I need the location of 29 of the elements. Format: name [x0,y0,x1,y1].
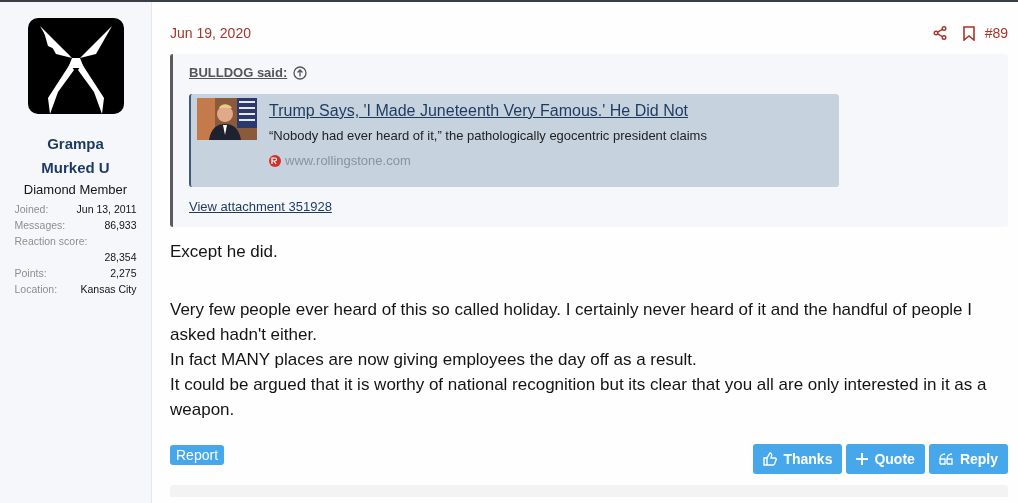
post-paragraph: In fact MANY places are now giving employees the day off as a result. [170,349,698,371]
stat-value: 28,354 [104,250,137,265]
post-paragraph: Except he did. [170,241,279,263]
quote-marks-icon [938,453,954,465]
user-title: Diamond Member [23,182,128,197]
link-preview-description: “Nobody had ever heard of it,” the pathologically egocentric president claims [269,128,707,143]
plus-icon [856,453,869,465]
avatar-drawing[interactable] [27,18,124,114]
link-preview-title[interactable]: Trump Says, 'I Made Juneteenth Very Famous.' He Did Not [269,102,707,120]
stat-label: Joined: [14,202,49,217]
bookmark-icon[interactable] [962,25,975,41]
share-icon[interactable] [932,26,947,40]
post-number[interactable]: #89 [984,25,1008,41]
site-favicon-icon [269,154,281,167]
quote-author-link[interactable]: BULLDOG said: [189,65,288,80]
stat-value: Kansas City [80,282,137,297]
thumbs-up-icon [763,452,778,466]
stat-value: 2,275 [110,266,137,281]
stat-value: 86,933 [104,218,137,233]
stat-label: Location: [14,282,58,297]
stat-label: Messages: [14,218,66,233]
username[interactable]: Grampa Murked U [30,132,121,180]
stat-value: Jun 13, 2011 [76,202,137,217]
post-date[interactable]: Jun 19, 2020 [170,25,251,41]
post-paragraph: Very few people ever heard of this so called holiday. I certainly never heard of it and the handful of people I asked hadn't either. [170,299,974,346]
post-paragraph: It could be argued that it is worthy of national recognition but its clear that you all are only interested in it as a weapon. [170,374,988,421]
stat-label: Points: [14,266,47,281]
stat-label: Reaction score: [14,234,89,249]
attachment-link[interactable]: View attachment 351928 [189,199,332,214]
